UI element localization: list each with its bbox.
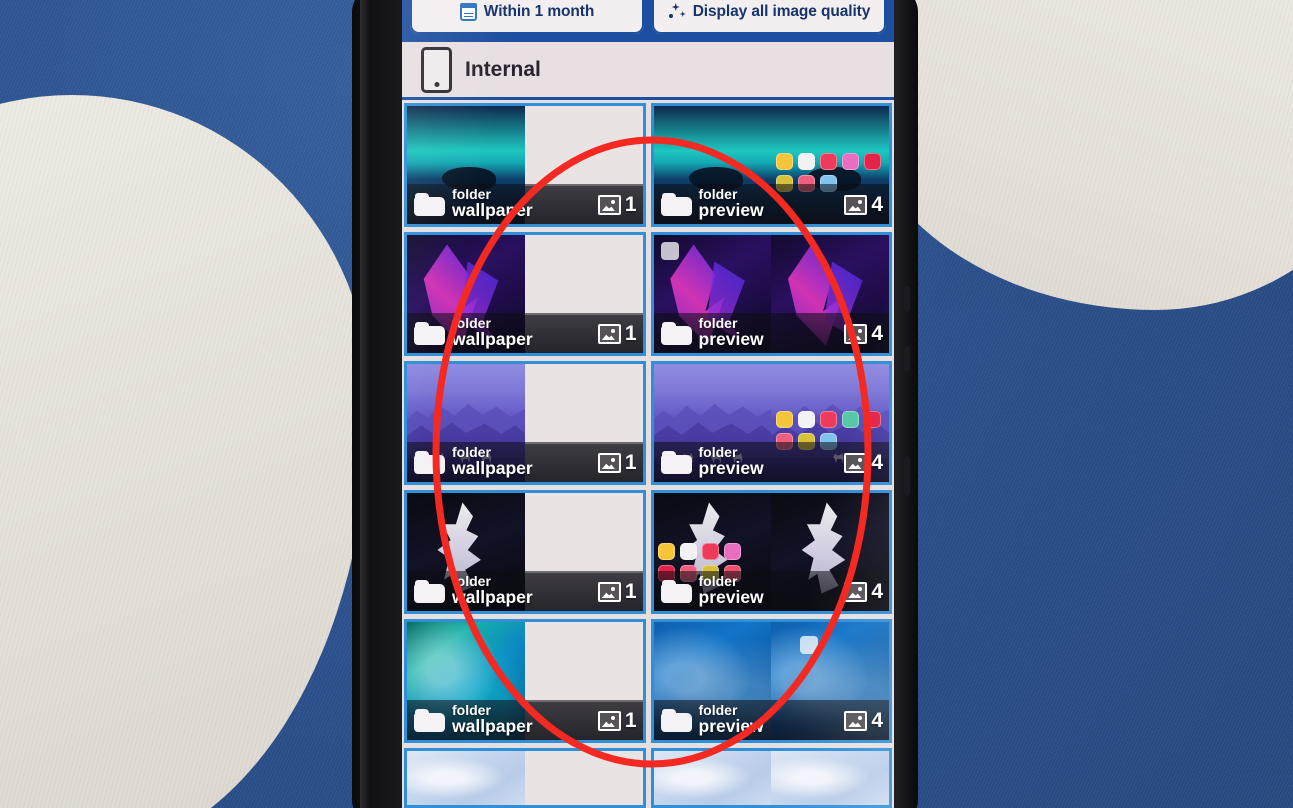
folder-icon — [660, 579, 692, 603]
folder-tile-wallpaper[interactable]: folder wallpaper 1 — [404, 103, 646, 227]
bezel-highlight — [360, 0, 370, 808]
tile-count-badge: 1 — [597, 451, 637, 475]
chip-display-all-image-quality-label: Display all image quality — [692, 3, 871, 20]
folder-tile-preview[interactable]: folder preview 4 — [650, 490, 892, 614]
folder-icon — [414, 192, 445, 216]
phone-icon — [421, 46, 452, 93]
folder-grid[interactable]: folder wallpaper 1 folder preview 4 fold… — [402, 103, 894, 808]
folder-icon — [414, 321, 445, 345]
tile-caption-line2: wallpaper — [452, 716, 533, 737]
image-icon — [597, 582, 621, 602]
image-icon — [597, 453, 621, 473]
tile-count-badge: 4 — [844, 709, 883, 733]
thumbnail-pale-swirl — [407, 751, 525, 805]
tile-count-badge: 1 — [597, 709, 637, 733]
image-icon — [844, 582, 868, 602]
tile-count-value: 1 — [624, 580, 637, 603]
folder-tile-wallpaper[interactable]: folder wallpaper 1 — [404, 232, 646, 356]
screenshot-stage: Within 1 month Display all image quality… — [0, 0, 1293, 808]
tile-caption-line2: preview — [698, 200, 764, 221]
folder-tile-preview[interactable]: folder preview 4 — [650, 361, 892, 485]
cloth-texture-left — [0, 95, 370, 808]
tile-count-badge: 1 — [597, 322, 637, 346]
tile-count-badge: 4 — [844, 580, 883, 604]
cream-cloth-shape-left — [0, 95, 370, 808]
tile-count-value: 1 — [624, 709, 637, 732]
tile-count-badge: 1 — [597, 580, 637, 604]
thumbnail-empty — [524, 751, 643, 805]
tile-caption-line2: wallpaper — [452, 200, 533, 221]
image-icon — [844, 324, 868, 344]
tile-count-value: 4 — [871, 580, 883, 603]
tile-count-value: 4 — [871, 451, 883, 474]
tile-count-value: 4 — [871, 193, 883, 216]
phone-device: Within 1 month Display all image quality… — [352, 0, 918, 808]
image-icon — [844, 711, 868, 731]
tile-count-badge: 1 — [597, 193, 637, 217]
tile-count-value: 1 — [624, 451, 637, 474]
thumbnail-pale-swirl — [653, 751, 772, 805]
tile-caption-line2: preview — [698, 587, 764, 608]
tile-caption-line2: preview — [698, 458, 764, 479]
folder-tile-wallpaper[interactable]: folder wallpaper 1 — [404, 619, 646, 743]
folder-tile-preview[interactable]: folder preview 4 — [650, 232, 892, 356]
folder-tile-wallpaper[interactable]: folder wallpaper 1 — [404, 490, 646, 614]
chip-within-1-month[interactable]: Within 1 month — [410, 0, 644, 34]
folder-icon — [660, 708, 692, 732]
tile-count-value: 1 — [624, 193, 637, 216]
tile-caption-line2: wallpaper — [452, 587, 533, 608]
thumbnail-pale-swirl — [771, 751, 889, 805]
tile-caption-line2: preview — [698, 329, 764, 350]
widget-icon — [799, 636, 818, 655]
folder-icon — [660, 192, 692, 216]
storage-section-header[interactable]: Internal — [402, 42, 894, 100]
image-icon — [597, 195, 621, 215]
image-icon — [844, 453, 868, 473]
tile-caption-line2: wallpaper — [452, 458, 533, 479]
tile-count-badge: 4 — [844, 193, 883, 217]
folder-tile-preview[interactable]: folder preview 4 — [650, 103, 892, 227]
storage-label: Internal — [465, 57, 541, 81]
folder-tile-preview[interactable]: folder preview 4 — [650, 619, 892, 743]
tile-caption-line2: wallpaper — [452, 329, 533, 350]
folder-icon — [414, 450, 445, 474]
filter-chip-bar: Within 1 month Display all image quality — [402, 0, 894, 42]
tile-count-badge: 4 — [844, 322, 883, 346]
tile-count-value: 4 — [871, 709, 883, 732]
image-icon — [597, 711, 621, 731]
tile-count-value: 1 — [624, 322, 637, 345]
chip-within-1-month-label: Within 1 month — [483, 3, 595, 20]
volume-button-up — [904, 286, 910, 312]
phone-screen: Within 1 month Display all image quality… — [402, 0, 894, 808]
tile-thumbnails — [407, 751, 643, 805]
tile-caption-line2: preview — [698, 716, 764, 737]
sparkle-icon — [668, 3, 686, 21]
volume-button-down — [904, 346, 910, 372]
folder-icon — [660, 450, 692, 474]
image-icon — [844, 195, 868, 215]
cloth-texture-topright — [853, 0, 1293, 310]
folder-icon — [660, 321, 692, 345]
image-icon — [597, 324, 621, 344]
calendar-icon — [459, 3, 477, 21]
chip-display-all-image-quality[interactable]: Display all image quality — [652, 0, 886, 34]
widget-icon — [660, 242, 679, 261]
tile-count-badge: 4 — [844, 451, 883, 475]
power-button — [904, 456, 910, 496]
folder-icon — [414, 708, 445, 732]
folder-tile-wallpaper[interactable]: folder wallpaper 1 — [404, 361, 646, 485]
folder-tile-partial[interactable] — [650, 748, 892, 808]
tile-count-value: 4 — [871, 322, 883, 345]
tile-thumbnails — [653, 751, 889, 805]
cream-cloth-shape-topright — [853, 0, 1293, 310]
folder-icon — [414, 579, 445, 603]
folder-tile-partial[interactable] — [404, 748, 646, 808]
